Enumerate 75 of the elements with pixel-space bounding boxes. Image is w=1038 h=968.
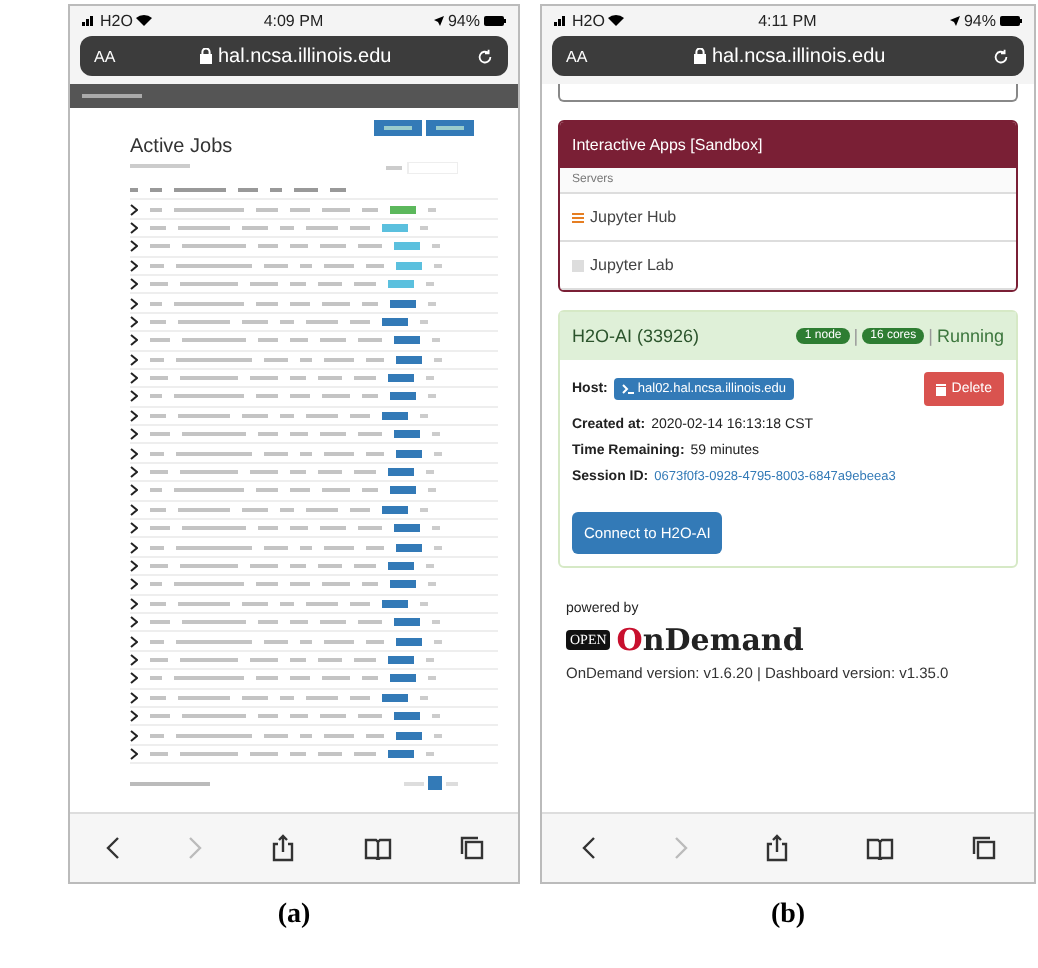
wifi-icon <box>608 14 625 26</box>
job-row[interactable] <box>130 407 498 427</box>
back-icon[interactable] <box>104 836 121 860</box>
back-icon[interactable] <box>580 836 597 860</box>
square-icon <box>572 259 584 271</box>
job-row[interactable] <box>130 557 498 577</box>
app-link[interactable]: Jupyter Lab <box>560 242 1016 290</box>
figure-label: (a) <box>277 900 311 932</box>
job-row[interactable] <box>130 595 498 614</box>
lock-icon <box>693 48 706 64</box>
job-row[interactable] <box>130 576 498 596</box>
address-bar[interactable]: AA hal.ncsa.illinois.edu <box>80 36 508 76</box>
carrier-name: H2O <box>100 11 133 29</box>
session-state: Running <box>936 326 1004 346</box>
job-row[interactable] <box>130 369 498 389</box>
tabs-icon[interactable] <box>971 836 996 860</box>
reader-button[interactable]: AA <box>94 47 116 65</box>
job-row[interactable] <box>130 482 498 502</box>
job-row[interactable] <box>130 538 498 558</box>
card-header: Interactive Apps [Sandbox] <box>560 122 1016 168</box>
separator: | <box>928 326 933 346</box>
reload-icon[interactable] <box>991 47 1010 65</box>
clock-time: 4:09 PM <box>263 11 324 29</box>
job-row[interactable] <box>130 520 498 539</box>
battery-icon <box>999 15 1022 25</box>
job-row[interactable] <box>130 689 498 708</box>
job-row[interactable] <box>130 670 498 690</box>
reload-icon[interactable] <box>475 47 494 65</box>
battery-percentage: 94% <box>963 11 996 29</box>
hub-icon <box>572 211 584 223</box>
share-icon[interactable] <box>766 834 789 862</box>
action-button[interactable] <box>426 120 474 136</box>
job-row[interactable] <box>130 463 498 483</box>
job-row[interactable] <box>130 313 498 333</box>
page-title: Active Jobs <box>130 136 235 158</box>
job-row[interactable] <box>130 613 498 633</box>
carrier-name: H2O <box>572 11 605 29</box>
address-bar[interactable]: AA hal.ncsa.illinois.edu <box>552 36 1024 76</box>
clock-time: 4:11 PM <box>758 11 817 29</box>
wifi-icon <box>136 14 153 26</box>
search-field[interactable] <box>386 162 458 174</box>
tabs-icon[interactable] <box>459 836 484 860</box>
job-row[interactable] <box>130 351 498 370</box>
url-text: hal.ncsa.illinois.edu <box>711 45 886 67</box>
session-title: H2O-AI (33926) <box>572 326 700 346</box>
job-row[interactable] <box>130 426 498 445</box>
job-row[interactable] <box>130 332 498 352</box>
location-arrow-icon <box>949 15 960 25</box>
job-row[interactable] <box>130 726 498 746</box>
job-row[interactable] <box>130 745 498 765</box>
bookmarks-icon[interactable] <box>363 837 392 859</box>
bookmarks-icon[interactable] <box>866 837 895 859</box>
separator: | <box>853 326 859 346</box>
job-row[interactable] <box>130 294 498 314</box>
job-row[interactable] <box>130 501 498 521</box>
figure-label: (b) <box>770 900 806 932</box>
trash-icon <box>935 383 946 395</box>
job-row[interactable] <box>130 707 498 727</box>
url-text: hal.ncsa.illinois.edu <box>217 45 392 67</box>
job-row[interactable] <box>130 388 498 408</box>
signal-icon <box>554 14 568 26</box>
job-row[interactable] <box>130 444 498 464</box>
location-arrow-icon <box>433 15 444 25</box>
battery-icon <box>483 15 506 25</box>
battery-percentage: 94% <box>447 11 480 29</box>
lock-icon <box>199 48 212 64</box>
terminal-icon <box>621 384 634 394</box>
action-button[interactable] <box>374 120 422 136</box>
app-link[interactable]: Jupyter Hub <box>560 194 1016 242</box>
signal-icon <box>82 14 96 26</box>
job-row[interactable] <box>130 651 498 671</box>
reader-button[interactable]: AA <box>566 47 588 65</box>
job-row[interactable] <box>130 632 498 652</box>
share-icon[interactable] <box>272 834 295 862</box>
page-button[interactable] <box>428 776 442 791</box>
